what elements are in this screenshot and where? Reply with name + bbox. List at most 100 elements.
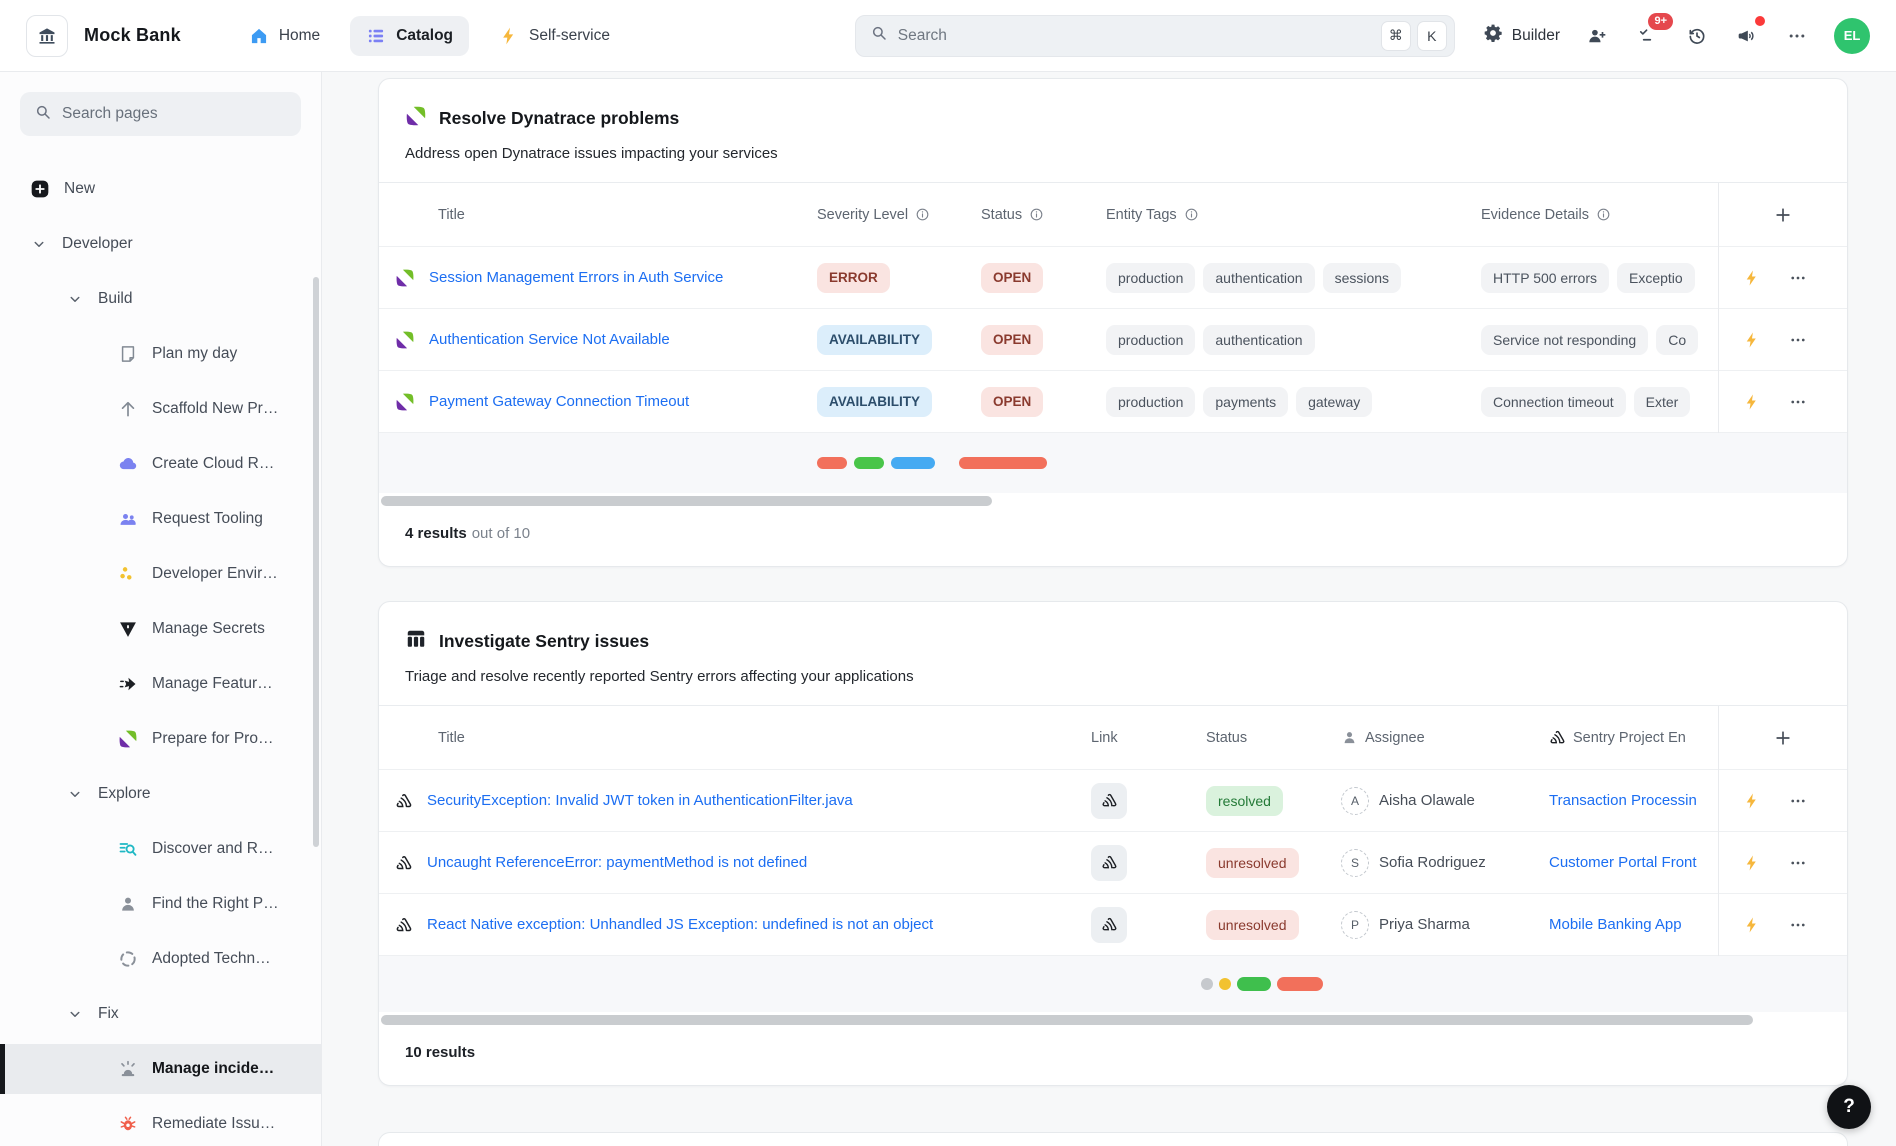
dynatrace-icon <box>395 268 415 288</box>
assignee-name: Priya Sharma <box>1379 916 1470 933</box>
sidebar-search-input[interactable] <box>62 105 287 123</box>
sidebar: NewDeveloperBuildPlan my dayScaffold New… <box>0 72 322 1146</box>
row-action-run-button[interactable] <box>1743 331 1761 349</box>
plus-icon <box>1773 728 1793 748</box>
status-badge: OPEN <box>981 263 1043 293</box>
row-action-menu-button[interactable] <box>1789 792 1807 810</box>
sentry-link-button[interactable] <box>1091 783 1127 819</box>
dynatrace-card: Resolve Dynatrace problems Address open … <box>378 78 1848 567</box>
sidebar-item-label: Manage Secrets <box>152 620 265 638</box>
announcement-dot <box>1755 16 1765 26</box>
row-title-link[interactable]: SecurityException: Invalid JWT token in … <box>427 792 853 809</box>
invite-users-button[interactable] <box>1584 23 1610 49</box>
assignee-cell: SSofia Rodriguez <box>1341 849 1549 877</box>
builder-button[interactable]: Builder <box>1483 23 1560 48</box>
row-action-run-button[interactable] <box>1743 792 1761 810</box>
column-header-status[interactable]: Status <box>981 207 1106 223</box>
row-action-run-button[interactable] <box>1743 269 1761 287</box>
project-link[interactable]: Mobile Banking App <box>1549 916 1682 933</box>
nav-catalog[interactable]: Catalog <box>350 16 469 56</box>
loading-chip <box>1237 977 1271 991</box>
sidebar-item-label: Explore <box>98 785 151 803</box>
person-icon <box>1341 729 1358 746</box>
user-avatar[interactable]: EL <box>1834 18 1870 54</box>
app-logo-button[interactable] <box>26 15 68 57</box>
sidebar-item-discover-and-r[interactable]: Discover and R… <box>0 824 321 874</box>
sentry-card-title-row: Investigate Sentry issues <box>405 628 1821 655</box>
global-search-input[interactable] <box>898 27 1371 45</box>
column-header-assignee[interactable]: Assignee <box>1341 729 1549 746</box>
entity-tag: payments <box>1203 387 1288 417</box>
sidebar-item-new[interactable]: New <box>0 164 321 214</box>
row-title-link[interactable]: Uncaught ReferenceError: paymentMethod i… <box>427 854 807 871</box>
builder-label: Builder <box>1512 27 1560 45</box>
history-button[interactable] <box>1684 23 1710 49</box>
row-action-run-button[interactable] <box>1743 916 1761 934</box>
sidebar-item-developer-envir[interactable]: Developer Envir… <box>0 549 321 599</box>
sentry-icon <box>1101 792 1118 809</box>
more-button[interactable] <box>1784 23 1810 49</box>
more-icon <box>1789 792 1807 810</box>
sidebar-item-manage-secrets[interactable]: Manage Secrets <box>0 604 321 654</box>
sidebar-item-adopted-techn[interactable]: Adopted Techn… <box>0 934 321 984</box>
add-column-button[interactable] <box>1719 706 1847 770</box>
sidebar-item-manage-featur[interactable]: Manage Featur… <box>0 659 321 709</box>
sidebar-item-find-the-right-p[interactable]: Find the Right P… <box>0 879 321 929</box>
row-action-menu-button[interactable] <box>1789 393 1807 411</box>
horizontal-scrollbar[interactable] <box>381 1015 1753 1025</box>
sidebar-item-scaffold-new-pr[interactable]: Scaffold New Pr… <box>0 384 321 434</box>
row-title-link[interactable]: Authentication Service Not Available <box>429 331 670 348</box>
row-action-menu-button[interactable] <box>1789 331 1807 349</box>
sidebar-item-manage-incide[interactable]: Manage incide… <box>0 1044 321 1094</box>
table-header-row: TitleSeverity LevelStatusEntity TagsEvid… <box>379 183 1847 247</box>
sidebar-item-explore[interactable]: Explore <box>0 769 321 819</box>
sentry-link-button[interactable] <box>1091 845 1127 881</box>
nav-self-service[interactable]: Self-service <box>483 16 626 56</box>
help-button[interactable]: ? <box>1827 1085 1871 1129</box>
announcements-button[interactable] <box>1734 23 1760 49</box>
add-column-button[interactable] <box>1719 183 1847 247</box>
sidebar-scrollbar[interactable] <box>313 277 319 847</box>
column-header-title[interactable]: Title <box>379 207 817 223</box>
column-header-title[interactable]: Title <box>379 730 1091 746</box>
sidebar-item-plan-my-day[interactable]: Plan my day <box>0 329 321 379</box>
row-action-menu-button[interactable] <box>1789 269 1807 287</box>
row-title-link[interactable]: React Native exception: Unhandled JS Exc… <box>427 916 933 933</box>
severity-cell: ERROR <box>817 263 981 293</box>
status-badge: OPEN <box>981 325 1043 355</box>
column-header-status[interactable]: Status <box>1206 730 1341 746</box>
row-action-run-button[interactable] <box>1743 393 1761 411</box>
row-action-menu-button[interactable] <box>1789 916 1807 934</box>
sidebar-item-fix[interactable]: Fix <box>0 989 321 1039</box>
plus-square-icon <box>30 179 50 199</box>
sidebar-item-request-tooling[interactable]: Request Tooling <box>0 494 321 544</box>
row-title-link[interactable]: Session Management Errors in Auth Servic… <box>429 269 723 286</box>
tasks-button[interactable]: 9+ <box>1634 23 1660 49</box>
sidebar-item-build[interactable]: Build <box>0 274 321 324</box>
column-header-link[interactable]: Link <box>1091 730 1206 746</box>
project-link[interactable]: Transaction Processin <box>1549 792 1697 809</box>
sidebar-item-developer[interactable]: Developer <box>0 219 321 269</box>
title-cell: Authentication Service Not Available <box>379 330 817 350</box>
nav-home[interactable]: Home <box>233 16 336 56</box>
sentry-link-button[interactable] <box>1091 907 1127 943</box>
sidebar-item-create-cloud-r[interactable]: Create Cloud R… <box>0 439 321 489</box>
column-label: Entity Tags <box>1106 207 1177 223</box>
dynatrace-results-footer: 4 resultsout of 10 <box>379 509 1847 566</box>
sidebar-item-prepare-for-pro[interactable]: Prepare for Pro… <box>0 714 321 764</box>
row-action-menu-button[interactable] <box>1789 854 1807 872</box>
column-header-entity-tags[interactable]: Entity Tags <box>1106 207 1481 223</box>
horizontal-scrollbar[interactable] <box>381 496 992 506</box>
assignee-avatar: A <box>1341 787 1369 815</box>
chevron-down-icon <box>30 235 48 253</box>
row-title-link[interactable]: Payment Gateway Connection Timeout <box>429 393 689 410</box>
sidebar-item-remediate-issu[interactable]: Remediate Issu… <box>0 1099 321 1146</box>
column-header-severity-level[interactable]: Severity Level <box>817 207 981 223</box>
global-search[interactable]: ⌘K <box>855 15 1455 57</box>
project-link[interactable]: Customer Portal Front <box>1549 854 1697 871</box>
row-action-run-button[interactable] <box>1743 854 1761 872</box>
sidebar-item-label: Discover and R… <box>152 840 273 858</box>
chevron-down-icon <box>66 785 84 803</box>
catalog-icon <box>366 26 386 46</box>
sidebar-search[interactable] <box>20 92 301 136</box>
